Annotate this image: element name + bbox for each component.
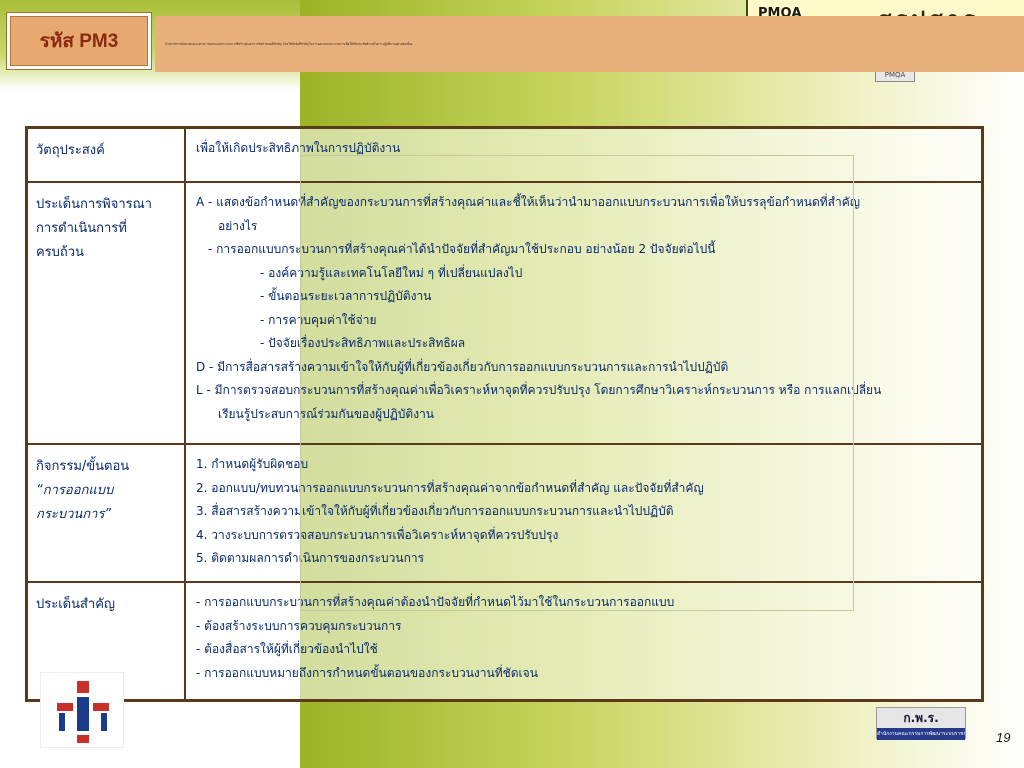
organization-logo-icon <box>57 681 109 743</box>
content-line: A - แสดงข้อกำหนดที่สำคัญของกระบวนการที่ส… <box>196 195 860 209</box>
code-label: รหัส PM3 <box>10 16 148 66</box>
opdc-logo: ก.พ.ร. สำนักงานคณะกรรมการพัฒนาระบบราชการ <box>876 707 966 740</box>
table-row-considerations: ประเด็นการพิจารณา การดำเนินการที่ ครบถ้ว… <box>28 183 981 445</box>
content-line: - การควบคุมค่าใช้จ่าย <box>260 312 377 327</box>
header-description: ส่วนราชการต้องแสดงแนวทางการออกแบบกระบวนก… <box>165 41 413 46</box>
table-row-key-points: ประเด็นสำคัญ - การออกแบบกระบวนการที่สร้า… <box>28 583 981 699</box>
content-line: เพื่อให้เกิดประสิทธิภาพในการปฏิบัติงาน <box>196 141 401 155</box>
row-header-line: “การออกแบบ <box>36 483 114 498</box>
content-line: - ขั้นตอนระยะเวลาการปฏิบัติงาน <box>260 289 432 303</box>
row-content: เพื่อให้เกิดประสิทธิภาพในการปฏิบัติงาน <box>186 129 981 181</box>
opdc-logo-subtitle: สำนักงานคณะกรรมการพัฒนาระบบราชการ <box>877 728 965 740</box>
content-line: - ปัจจัยเรื่องประสิทธิภาพและประสิทธิผล <box>260 336 466 350</box>
content-line: เรียนรู้ประสบการณ์ร่วมกันของผู้ปฏิบัติงา… <box>218 406 435 421</box>
content-line: 4. วางระบบการตรวจสอบกระบวนการเพื่อวิเครา… <box>196 527 559 542</box>
row-header-line: วัตถุประสงค์ <box>36 143 105 158</box>
content-line: - ต้องสร้างระบบการควบคุมกระบวนการ <box>196 618 402 633</box>
content-line: - การออกแบบกระบวนการที่สร้างคุณค่าได้นำป… <box>208 242 716 256</box>
content-line: 1. กำหนดผู้รับผิดชอบ <box>196 457 309 471</box>
content-line: 5. ติดตามผลการดำเนินการของกระบวนการ <box>196 551 425 565</box>
page-number: 19 <box>996 730 1011 745</box>
row-header: วัตถุประสงค์ <box>28 129 186 181</box>
row-content: 1. กำหนดผู้รับผิดชอบ 2. ออกแบบ/ทบทวนการอ… <box>186 445 981 581</box>
content-line: - การออกแบบหมายถึงการกำหนดขั้นตอนของกระบ… <box>196 665 538 680</box>
row-header-line: ประเด็นการพิจารณา <box>36 197 152 212</box>
row-header-line: การดำเนินการที่ <box>36 221 127 236</box>
row-header-line: กระบวนการ” <box>36 507 112 522</box>
content-line: อย่างไร <box>218 218 258 233</box>
row-header: ประเด็นการพิจารณา การดำเนินการที่ ครบถ้ว… <box>28 183 186 443</box>
content-line: D - มีการสื่อสารสร้างความเข้าใจให้กับผู้… <box>196 359 729 374</box>
organization-logo <box>40 672 124 748</box>
row-content: - การออกแบบกระบวนการที่สร้างคุณค่าต้องนำ… <box>186 583 981 699</box>
row-header: กิจกรรม/ขั้นตอน “การออกแบบ กระบวนการ” <box>28 445 186 581</box>
row-header-line: ประเด็นสำคัญ <box>36 597 115 612</box>
row-header-line: ครบถ้วน <box>36 245 84 260</box>
table-row-objective: วัตถุประสงค์ เพื่อให้เกิดประสิทธิภาพในกา… <box>28 129 981 183</box>
row-header-line: กิจกรรม/ขั้นตอน <box>36 459 130 474</box>
code-box: รหัส PM3 <box>6 12 152 70</box>
content-line: L - มีการตรวจสอบกระบวนการที่สร้างคุณค่าเ… <box>196 383 882 397</box>
table-row-activities: กิจกรรม/ขั้นตอน “การออกแบบ กระบวนการ” 1.… <box>28 445 981 583</box>
content-line: - องค์ความรู้และเทคโนโลยีใหม่ ๆ ที่เปลี่… <box>260 265 523 280</box>
content-line: - การออกแบบกระบวนการที่สร้างคุณค่าต้องนำ… <box>196 595 675 609</box>
content-line: 2. ออกแบบ/ทบทวนการออกแบบกระบวนการที่สร้า… <box>196 480 704 495</box>
row-content: A - แสดงข้อกำหนดที่สำคัญของกระบวนการที่ส… <box>186 183 981 443</box>
content-line: - ต้องสื่อสารให้ผู้ที่เกี่ยวข้องนำไปใช้ <box>196 642 378 656</box>
opdc-logo-title: ก.พ.ร. <box>877 708 965 728</box>
header-bar: ส่วนราชการต้องแสดงแนวทางการออกแบบกระบวนก… <box>155 16 1024 72</box>
content-line: 3. สื่อสารสร้างความเข้าใจให้กับผู้ที่เกี… <box>196 504 674 518</box>
main-table: วัตถุประสงค์ เพื่อให้เกิดประสิทธิภาพในกา… <box>25 126 984 702</box>
